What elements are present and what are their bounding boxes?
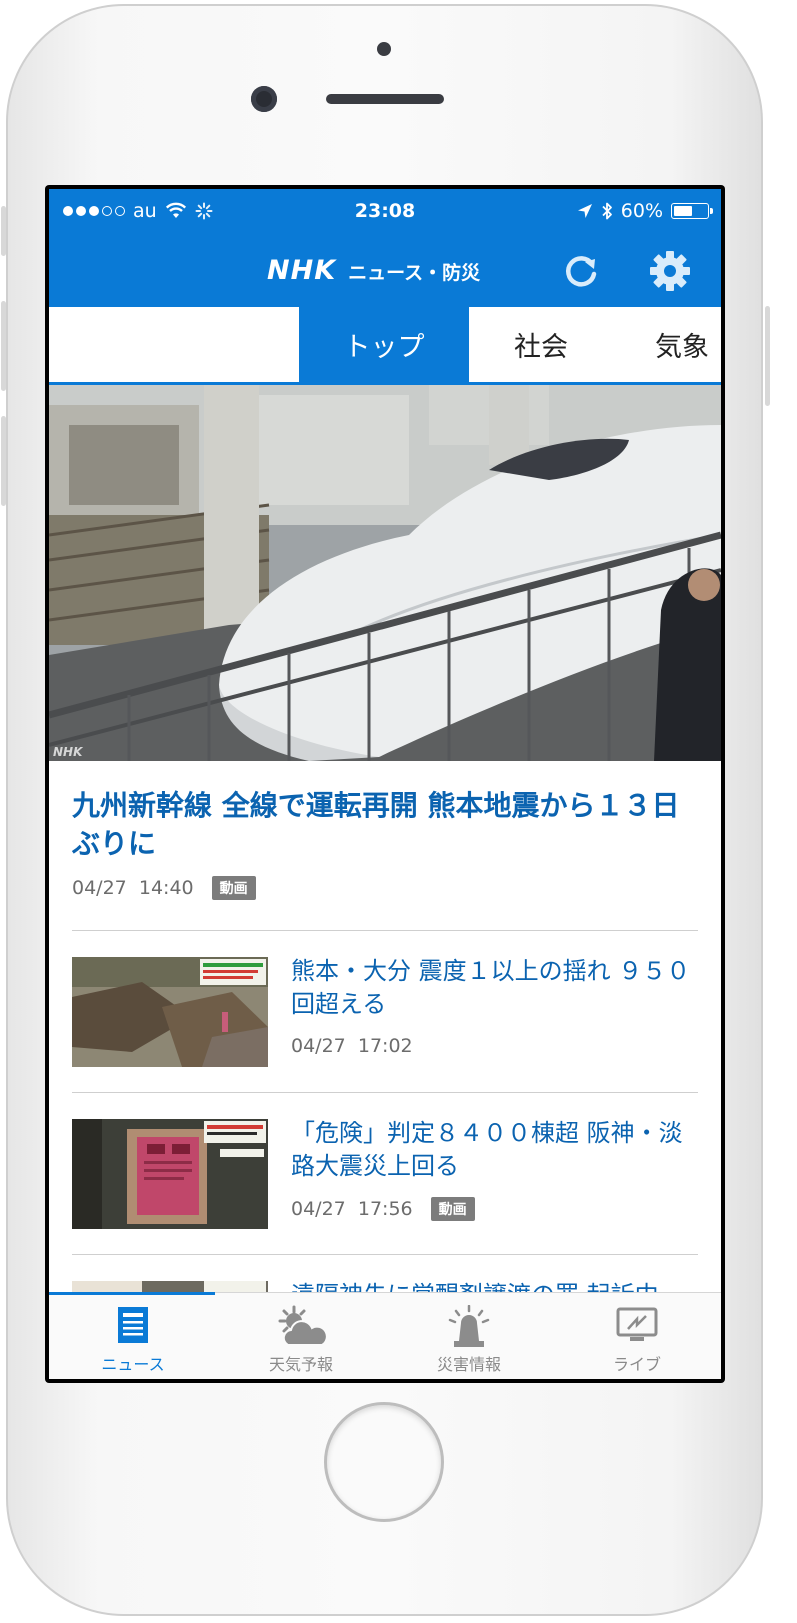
featured-meta: 04/27 14:40 動画 [72,876,256,900]
refresh-button[interactable] [559,250,603,294]
tab-live[interactable]: ライブ [553,1293,721,1379]
news-item-meta: 04/27 17:56 動画 [291,1197,475,1221]
news-thumbnail[interactable] [72,957,268,1067]
divider [72,1092,698,1093]
location-arrow-icon [577,204,592,218]
news-item-date: 04/27 [291,1035,346,1057]
tab-top[interactable]: トップ [299,307,469,382]
news-thumbnail[interactable] [72,1119,268,1229]
video-badge: 動画 [211,876,256,900]
app-display: au 23:08 60% NHK ニュース・防災 トップ 社会 気象 NHK 九… [49,189,721,1379]
gear-icon [650,251,690,291]
tab-news[interactable]: ニュース [49,1293,217,1379]
video-badge: 動画 [430,1197,475,1221]
news-item-title[interactable]: 熊本・大分 震度１以上の揺れ ９５０回超える [291,955,703,1021]
silent-switch [1,206,6,256]
news-item-title[interactable]: 「危険」判定８４００棟超 阪神・淡路大震災上回る [291,1117,703,1183]
tab-weather-forecast[interactable]: 天気予報 [217,1293,385,1379]
news-thumbnail [72,1281,268,1292]
shinkansen-photo [49,385,721,761]
newspaper-icon [118,1307,148,1343]
featured-time: 14:40 [138,877,194,899]
collapsed-houses-photo [72,957,268,1067]
news-item-time: 17:02 [357,1035,413,1057]
tab-live-label: ライブ [612,1355,661,1374]
home-button[interactable] [324,1402,444,1522]
power-button [765,306,770,406]
proximity-sensor [377,42,391,56]
tab-weather-label: 気象 [655,332,709,363]
battery-icon [671,203,713,219]
app-header: NHK ニュース・防災 [49,235,721,307]
news-item-meta: 04/27 17:02 [291,1035,413,1057]
divider [72,1254,698,1255]
status-bar: au 23:08 60% [49,189,721,235]
tab-disaster-info[interactable]: 災害情報 [385,1293,553,1379]
refresh-icon [566,256,597,287]
battery-percent: 60% [620,200,663,222]
news-item-time: 17:56 [357,1198,413,1220]
tab-society-label: 社会 [514,332,568,363]
tab-blank[interactable] [49,307,299,382]
bottom-tab-bar: ニュース 天気予報 災害情報 ライブ [49,1292,721,1379]
alert-siren-icon [448,1305,490,1347]
tab-weather[interactable]: 気象 [613,307,721,382]
divider [72,930,698,931]
tab-top-label: トップ [343,332,425,363]
earpiece-speaker [326,94,444,104]
front-camera [251,86,277,112]
app-name: ニュース・防災 [348,262,481,284]
volume-up-button [1,301,6,391]
tab-news-label: ニュース [101,1355,165,1374]
tab-disaster-info-label: 災害情報 [436,1355,501,1374]
hero-image[interactable]: NHK [49,385,721,761]
bluetooth-icon [602,202,612,220]
tab-weather-forecast-label: 天気予報 [268,1355,333,1374]
live-tv-icon [616,1307,658,1341]
tab-society[interactable]: 社会 [469,307,613,382]
news-item-title: 遠隔神先に覚醒剤譲渡の罪 起訴中 [291,1279,703,1292]
screen: au 23:08 60% NHK ニュース・防災 トップ 社会 気象 NHK 九… [45,185,725,1383]
hero-credit: NHK [53,745,83,759]
featured-headline[interactable]: 九州新幹線 全線で運転再開 熊本地震から１３日ぶりに [72,787,702,863]
settings-button[interactable] [647,248,693,294]
logo-wordmark: NHK [267,255,337,286]
news-item-partial[interactable]: 遠隔神先に覚醒剤譲渡の罪 起訴中 [49,1279,721,1292]
featured-date: 04/27 [72,877,127,899]
nhk-logo: NHK ニュース・防災 [267,255,480,286]
volume-down-button [1,416,6,506]
weather-icon [278,1305,328,1346]
news-item-date: 04/27 [291,1198,346,1220]
danger-notice-photo [72,1119,268,1229]
